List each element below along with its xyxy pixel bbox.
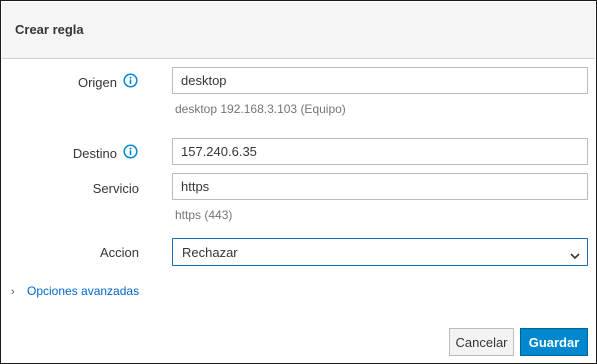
action-label: Accion [99,245,139,260]
service-label: Servicio [92,181,139,196]
dialog-header: Crear regla [2,2,595,59]
origin-input[interactable]: desktop [172,67,588,94]
create-rule-dialog: Crear regla Origen desktop desktop 192.1… [0,0,597,364]
dialog-title: Crear regla [15,22,84,37]
origin-help-text: desktop 192.168.3.103 (Equipo) [175,102,346,116]
chevron-down-icon [570,248,580,260]
destination-label: Destino [72,146,117,161]
service-input[interactable]: https [172,173,588,200]
action-select[interactable]: Rechazar [172,238,588,266]
origin-info-icon[interactable] [123,73,138,88]
chevron-right-icon: › [11,286,15,298]
cancel-button[interactable]: Cancelar [449,328,514,356]
service-help-text: https (443) [175,208,233,222]
action-select-value: Rechazar [182,245,238,260]
advanced-options-label: Opciones avanzadas [27,284,140,298]
advanced-options-toggle[interactable]: › Opciones avanzadas [11,284,139,298]
save-button[interactable]: Guardar [520,328,588,356]
destination-info-icon[interactable] [123,144,138,159]
destination-input[interactable]: 157.240.6.35 [172,138,588,165]
origin-label: Origen [77,75,117,90]
